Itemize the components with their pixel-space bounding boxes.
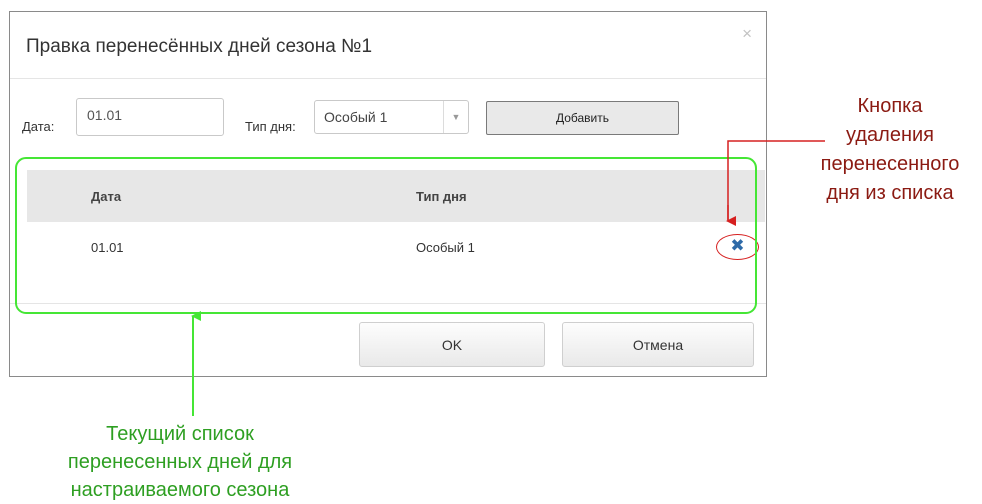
list-callout: Текущий список перенесенных дней для нас… bbox=[67, 423, 293, 501]
delete-button-callout: Кнопка удаления перенесенного дня из спи… bbox=[820, 95, 960, 204]
list-highlight-frame bbox=[15, 157, 757, 314]
